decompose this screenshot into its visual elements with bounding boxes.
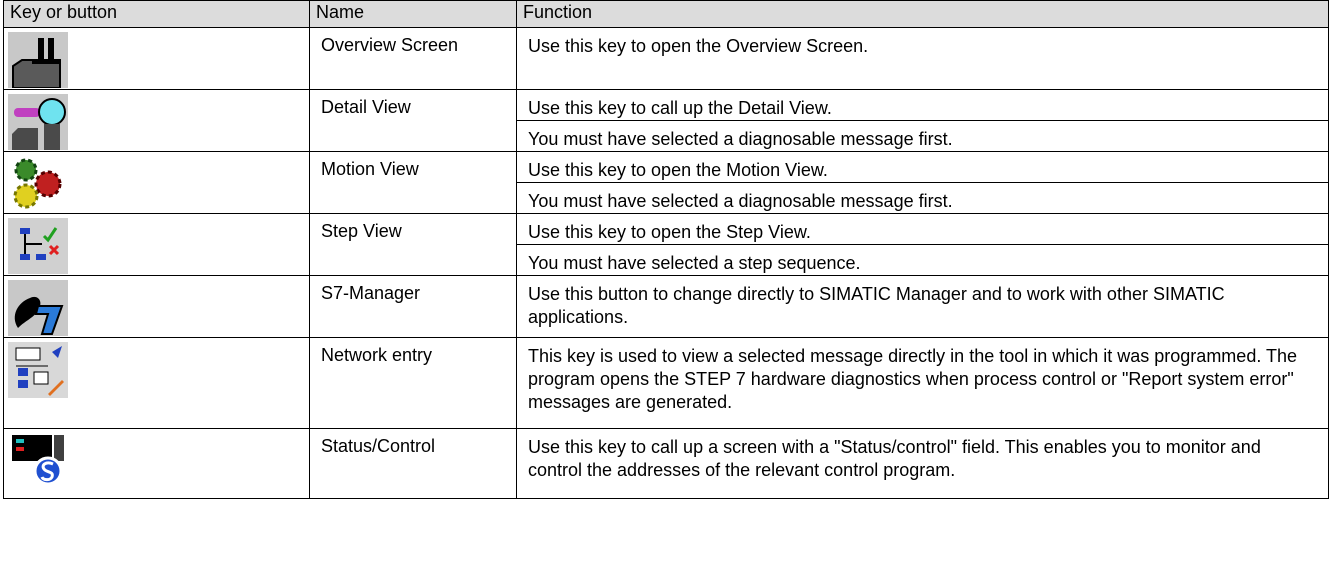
key-cell bbox=[3, 151, 310, 214]
key-reference-table: Key or button Name Function Overview Scr… bbox=[3, 0, 1329, 499]
detail-view-icon[interactable] bbox=[8, 94, 68, 150]
step-view-icon[interactable] bbox=[8, 218, 68, 274]
row-function: Use this key to call up the Detail View.… bbox=[516, 89, 1329, 152]
row-function: Use this button to change directly to SI… bbox=[516, 275, 1329, 338]
function-text: Use this key to call up a screen with a … bbox=[528, 437, 1261, 480]
table-row: Detail View Use this key to call up the … bbox=[3, 89, 1329, 152]
row-function: Use this key to open the Overview Screen… bbox=[516, 27, 1329, 90]
row-name: Status/Control bbox=[309, 428, 517, 499]
function-text: Use this key to call up the Detail View. bbox=[528, 98, 832, 118]
key-cell bbox=[3, 89, 310, 152]
key-cell bbox=[3, 27, 310, 90]
s7-manager-icon[interactable] bbox=[8, 280, 68, 336]
header-name: Name bbox=[309, 0, 517, 28]
table-row: S7-Manager Use this button to change dir… bbox=[3, 275, 1329, 338]
row-name: Overview Screen bbox=[309, 27, 517, 90]
row-name: S7-Manager bbox=[309, 275, 517, 338]
row-function: Use this key to open the Motion View. Yo… bbox=[516, 151, 1329, 214]
row-name: Step View bbox=[309, 213, 517, 276]
plant-overview-icon[interactable] bbox=[8, 32, 68, 88]
header-key-or-button: Key or button bbox=[3, 0, 310, 28]
key-cell bbox=[3, 428, 310, 499]
table-row: Motion View Use this key to open the Mot… bbox=[3, 151, 1329, 214]
function-text: You must have selected a diagnosable mes… bbox=[517, 182, 1328, 213]
network-entry-icon[interactable] bbox=[8, 342, 68, 398]
row-name: Detail View bbox=[309, 89, 517, 152]
key-cell bbox=[3, 213, 310, 276]
table-row: Step View Use this key to open the Step … bbox=[3, 213, 1329, 276]
function-text: This key is used to view a selected mess… bbox=[528, 346, 1298, 412]
key-cell bbox=[3, 337, 310, 429]
function-text: Use this key to open the Motion View. bbox=[528, 160, 828, 180]
row-function: This key is used to view a selected mess… bbox=[516, 337, 1329, 429]
table-header-row: Key or button Name Function bbox=[3, 0, 1329, 28]
function-text: Use this key to open the Step View. bbox=[528, 222, 811, 242]
table-row: Network entry This key is used to view a… bbox=[3, 337, 1329, 429]
function-text: Use this key to open the Overview Screen… bbox=[528, 36, 869, 56]
row-name: Network entry bbox=[309, 337, 517, 429]
function-text: Use this button to change directly to SI… bbox=[528, 284, 1225, 327]
header-function: Function bbox=[516, 0, 1329, 28]
motion-view-gears-icon[interactable] bbox=[8, 156, 68, 212]
row-name: Motion View bbox=[309, 151, 517, 214]
function-text: You must have selected a diagnosable mes… bbox=[517, 120, 1328, 151]
row-function: Use this key to call up a screen with a … bbox=[516, 428, 1329, 499]
table-row: Status/Control Use this key to call up a… bbox=[3, 428, 1329, 499]
table-row: Overview Screen Use this key to open the… bbox=[3, 27, 1329, 90]
key-cell bbox=[3, 275, 310, 338]
status-control-icon[interactable] bbox=[8, 433, 68, 489]
row-function: Use this key to open the Step View. You … bbox=[516, 213, 1329, 276]
function-text: You must have selected a step sequence. bbox=[517, 244, 1328, 275]
